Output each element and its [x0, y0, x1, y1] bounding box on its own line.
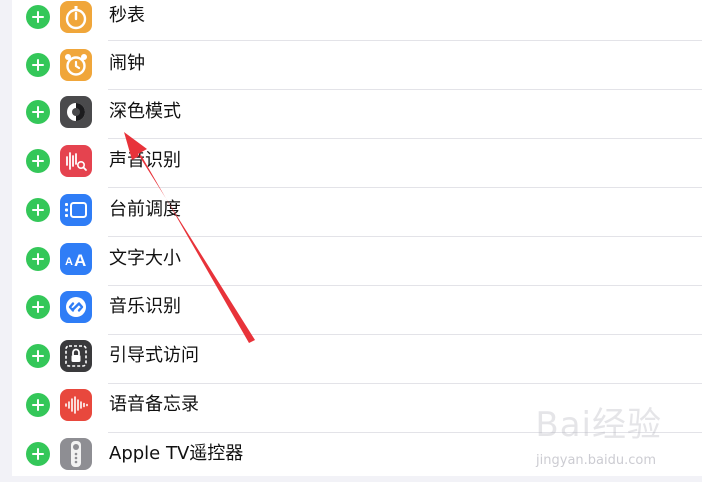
watermark-url: jingyan.baidu.com [536, 453, 656, 468]
control-label: 声音识别 [109, 150, 181, 171]
control-label: 文字大小 [109, 248, 181, 269]
text-size-icon: AA [60, 243, 92, 275]
control-label: 语音备忘录 [109, 394, 199, 415]
control-label: 台前调度 [109, 199, 181, 220]
svg-text:A: A [65, 256, 73, 268]
add-control-button[interactable] [26, 198, 50, 222]
add-control-button[interactable] [26, 247, 50, 271]
control-row-music-recognition[interactable]: 音乐识别 [12, 286, 702, 335]
control-label: 引导式访问 [109, 345, 199, 366]
control-row-sound-recognition[interactable]: 声音识别 [12, 139, 702, 188]
add-control-button[interactable] [26, 53, 50, 77]
add-control-button[interactable] [26, 295, 50, 319]
stage-manager-icon [60, 194, 92, 226]
sound-recognition-icon [60, 145, 92, 177]
apple-tv-remote-icon [60, 438, 92, 470]
control-row-text-size[interactable]: AA 文字大小 [12, 237, 702, 286]
control-row-stopwatch[interactable]: 秒表 [12, 0, 702, 41]
add-control-button[interactable] [26, 5, 50, 29]
add-control-button[interactable] [26, 393, 50, 417]
add-control-button[interactable] [26, 149, 50, 173]
voice-memos-icon [60, 389, 92, 421]
control-label: 深色模式 [109, 101, 181, 122]
control-label: Apple TV遥控器 [109, 443, 244, 464]
control-row-guided-access[interactable]: 引导式访问 [12, 335, 702, 384]
control-row-alarm[interactable]: 闹钟 [12, 41, 702, 90]
add-control-button[interactable] [26, 100, 50, 124]
alarm-clock-icon [60, 49, 92, 81]
control-row-dark-mode[interactable]: 深色模式 [12, 90, 702, 139]
control-label: 秒表 [109, 5, 145, 26]
add-control-button[interactable] [26, 344, 50, 368]
shazam-icon [60, 291, 92, 323]
watermark-logo: Bai经验 [535, 405, 662, 445]
dark-mode-icon [60, 96, 92, 128]
svg-text:A: A [74, 251, 86, 270]
stopwatch-icon [60, 1, 92, 33]
control-label: 闹钟 [109, 53, 145, 74]
control-row-stage-manager[interactable]: 台前调度 [12, 188, 702, 237]
guided-access-icon [60, 340, 92, 372]
add-control-button[interactable] [26, 442, 50, 466]
control-label: 音乐识别 [109, 296, 181, 317]
